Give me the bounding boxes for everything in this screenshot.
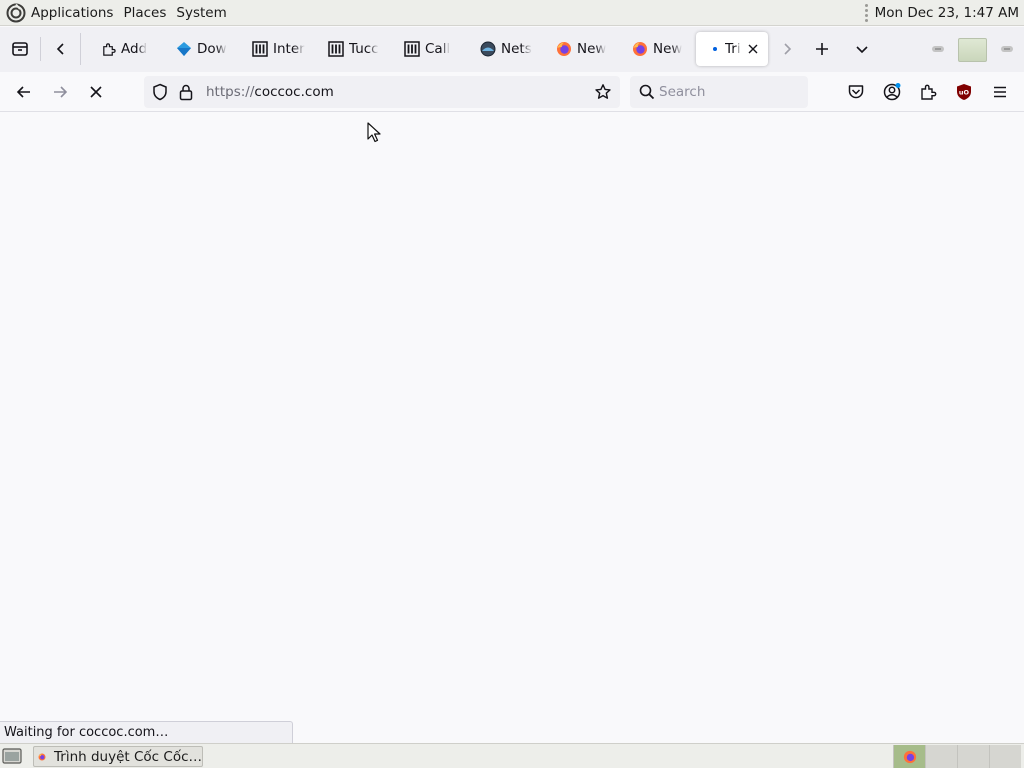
tab[interactable]: Nets <box>472 32 540 66</box>
archive-building-icon <box>252 41 268 57</box>
workspace-3[interactable] <box>957 745 989 768</box>
archive-building-icon <box>328 41 344 57</box>
scroll-tabs-right-button[interactable] <box>777 35 797 63</box>
pocket-icon <box>848 85 864 99</box>
extensions-button[interactable] <box>914 78 942 106</box>
tab[interactable]: Add <box>92 32 160 66</box>
tab-active[interactable]: Tri <box>696 32 768 66</box>
search-bar[interactable]: Search <box>630 76 808 108</box>
firefox-icon <box>632 41 648 57</box>
plus-icon <box>816 43 828 55</box>
bottom-taskbar: Trình duyệt Cốc Cốc… <box>0 743 1024 768</box>
back-button[interactable] <box>10 78 38 106</box>
forward-button[interactable] <box>46 78 74 106</box>
tab-title: Dow <box>197 41 227 57</box>
firefox-icon <box>903 750 916 763</box>
taskbar-window-button[interactable]: Trình duyệt Cốc Cốc… <box>33 746 203 767</box>
url-text[interactable]: https://coccoc.com <box>206 84 334 100</box>
tab-title: Add <box>121 41 148 57</box>
tab[interactable]: Inter <box>244 32 312 66</box>
close-tab-button[interactable] <box>744 40 762 58</box>
netsurf-icon <box>480 41 496 57</box>
tracking-protection-shield-icon[interactable] <box>151 83 169 105</box>
places-menu[interactable]: Places <box>118 0 171 26</box>
url-protocol: https:// <box>206 84 255 100</box>
applications-menu-label: Applications <box>31 4 114 21</box>
chevron-left-icon <box>56 43 64 55</box>
tab[interactable]: Call <box>396 32 464 66</box>
account-icon <box>883 83 901 101</box>
debian-logo-icon <box>6 3 26 22</box>
puzzle-icon <box>100 41 116 57</box>
svg-text:uO: uO <box>959 89 970 97</box>
places-menu-label: Places <box>123 4 167 21</box>
applications-menu[interactable]: Applications <box>0 0 118 26</box>
status-panel: Waiting for coccoc.com… <box>0 721 293 743</box>
arrow-right-icon <box>54 86 68 98</box>
mouse-pointer-icon <box>367 122 381 143</box>
tab-title: New <box>653 41 683 57</box>
bookmark-star-button[interactable] <box>594 83 612 105</box>
tab-title: New <box>577 41 607 57</box>
window-minimize-button[interactable] <box>928 39 948 59</box>
loading-dot-icon <box>704 41 720 57</box>
search-placeholder: Search <box>659 84 706 100</box>
minimize-icon <box>932 46 944 52</box>
blue-diamond-icon <box>176 41 192 57</box>
navigation-toolbar: https://coccoc.com Search uO <box>0 72 1024 112</box>
clock[interactable]: Mon Dec 23, 1:47 AM <box>875 5 1019 21</box>
tab-title: Tri <box>725 41 741 57</box>
workspace-4[interactable] <box>989 745 1021 768</box>
close-window-icon <box>1001 46 1013 52</box>
firefox-view-button[interactable] <box>6 35 34 63</box>
tab-title: Nets <box>501 41 532 57</box>
pocket-button[interactable] <box>842 78 870 106</box>
new-tab-button[interactable] <box>808 35 836 63</box>
url-host: coccoc.com <box>254 84 334 100</box>
account-button[interactable] <box>878 78 906 106</box>
close-icon <box>90 86 102 98</box>
system-menu-label: System <box>176 4 227 21</box>
url-bar[interactable]: https://coccoc.com <box>144 76 620 108</box>
search-icon <box>639 84 655 104</box>
tab-title: Call <box>425 41 451 57</box>
chevron-right-icon <box>784 43 792 55</box>
top-panel: Applications Places System Mon Dec 23, 1… <box>0 0 1024 26</box>
tab[interactable]: Tucc <box>320 32 388 66</box>
stop-loading-button[interactable] <box>82 78 110 106</box>
close-icon <box>748 44 758 54</box>
tab[interactable]: New <box>548 32 616 66</box>
window-maximize-button[interactable] <box>958 38 987 62</box>
firefox-icon <box>556 41 572 57</box>
ublock-origin-button[interactable]: uO <box>950 78 978 106</box>
panel-drag-handle[interactable] <box>864 3 869 22</box>
list-all-tabs-button[interactable] <box>848 35 876 63</box>
page-content-area[interactable] <box>0 113 1024 743</box>
scroll-tabs-left-button[interactable] <box>48 35 74 63</box>
workspace-1[interactable] <box>893 745 925 768</box>
tab[interactable]: New <box>624 32 692 66</box>
tab-title: Inter <box>273 41 305 57</box>
taskbar-window-title: Trình duyệt Cốc Cốc… <box>54 748 202 765</box>
tab-title: Tucc <box>349 41 379 57</box>
system-menu[interactable]: System <box>171 0 231 26</box>
ublock-shield-icon: uO <box>957 84 971 100</box>
archive-building-icon <box>404 41 420 57</box>
firefox-icon <box>38 752 46 761</box>
lock-icon[interactable] <box>178 83 194 105</box>
arrow-left-icon <box>16 86 30 98</box>
chevron-down-icon <box>856 46 868 54</box>
window-close-button[interactable] <box>997 39 1017 59</box>
star-icon <box>595 84 611 99</box>
tab[interactable]: Dow <box>168 32 236 66</box>
show-desktop-icon[interactable] <box>2 747 22 765</box>
workspace-2[interactable] <box>925 745 957 768</box>
workspace-switcher <box>893 745 1023 768</box>
application-menu-button[interactable] <box>986 78 1014 106</box>
puzzle-icon <box>921 84 937 100</box>
hamburger-menu-icon <box>994 86 1006 98</box>
firefox-view-icon <box>12 42 28 56</box>
